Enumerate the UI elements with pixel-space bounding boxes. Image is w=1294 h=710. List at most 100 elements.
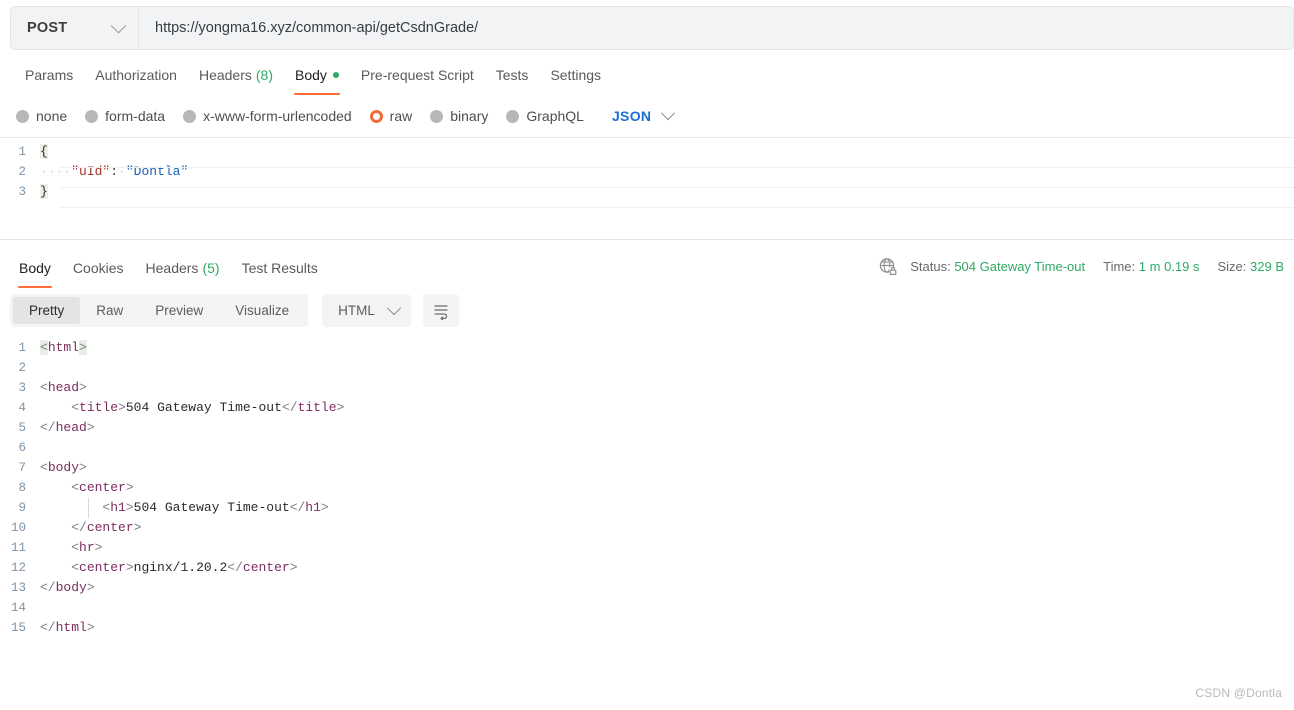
code-line: 9 <h1>504 Gateway Time-out</h1> <box>0 498 1294 518</box>
html-tag-name: hr <box>79 540 95 555</box>
html-angle-bracket: < <box>71 400 80 415</box>
raw-format-label: JSON <box>611 108 652 124</box>
line-number: 11 <box>10 541 26 555</box>
tab-settings[interactable]: Settings <box>539 58 612 92</box>
tab-params-label: Params <box>25 67 74 83</box>
html-angle-bracket: > <box>86 580 95 595</box>
html-tag-name: center <box>86 520 134 535</box>
code-line: 10 </center> <box>0 518 1294 538</box>
html-text-content <box>40 480 71 495</box>
status-badge[interactable]: Status: 504 Gateway Time-out <box>910 259 1085 274</box>
html-angle-bracket-highlighted: > <box>79 340 87 355</box>
view-mode-visualize[interactable]: Visualize <box>219 297 305 324</box>
tab-tests[interactable]: Tests <box>485 58 540 92</box>
html-angle-bracket: > <box>125 560 134 575</box>
html-tag-name: html <box>55 620 87 635</box>
code-line: 13 </body> <box>0 578 1294 598</box>
response-viewer-toolbar: Pretty Raw Preview Visualize HTML <box>10 294 459 327</box>
html-angle-bracket: < <box>40 380 48 395</box>
radio-raw-label: raw <box>389 108 413 124</box>
size-label: Size: <box>1217 258 1247 274</box>
radio-none-icon <box>16 109 29 123</box>
radio-none[interactable]: none <box>16 108 67 124</box>
html-angle-bracket: </ <box>281 400 298 415</box>
line-number: 15 <box>10 621 26 635</box>
line-number: 5 <box>18 421 26 435</box>
radio-x-www-form-urlencoded-icon <box>183 109 197 123</box>
response-body-viewer[interactable]: 1 <html> 2 3 <head> 4 <title>504 Gateway Time… <box>0 338 1294 638</box>
http-method-dropdown[interactable]: POST <box>11 7 139 49</box>
radio-form-data[interactable]: form-data <box>85 108 165 124</box>
html-tag-name: center <box>79 560 126 575</box>
html-angle-bracket: </ <box>289 500 306 515</box>
code-line: 1 <html> <box>0 338 1294 358</box>
line-number: 7 <box>18 461 26 475</box>
html-angle-bracket: > <box>289 560 298 575</box>
request-body-editor[interactable]: 1 { 2 ····"uId":·"Dontla" 3 } <box>0 142 1294 202</box>
code-line: 15 </html> <box>0 618 1294 638</box>
html-angle-bracket: < <box>71 480 80 495</box>
radio-raw-icon <box>369 109 383 123</box>
code-line: 2 <box>0 358 1294 378</box>
code-line: 5 </head> <box>0 418 1294 438</box>
html-text-content <box>40 560 71 575</box>
radio-form-data-label: form-data <box>105 108 166 124</box>
status-value: 504 Gateway Time-out <box>954 258 1086 274</box>
chevron-down-icon <box>661 106 676 121</box>
html-tag-name: body <box>47 460 80 475</box>
html-angle-bracket: > <box>118 400 126 415</box>
view-mode-preview[interactable]: Preview <box>139 297 219 324</box>
word-wrap-toggle[interactable] <box>422 294 459 327</box>
html-text-content <box>40 520 71 535</box>
html-angle-bracket: > <box>125 500 134 515</box>
view-mode-pretty[interactable]: Pretty <box>13 297 81 324</box>
radio-x-www-form-urlencoded[interactable]: x-www-form-urlencoded <box>183 108 352 124</box>
code-line: 1 { <box>0 142 1294 162</box>
html-angle-bracket: </ <box>40 620 56 635</box>
editor-row-divider <box>60 167 1294 168</box>
html-tag-name: h1 <box>110 500 126 515</box>
view-mode-raw[interactable]: Raw <box>80 297 139 324</box>
radio-raw[interactable]: raw <box>369 108 413 124</box>
json-close-brace: } <box>40 184 48 199</box>
response-tab-test-results-label: Test Results <box>241 260 318 276</box>
response-tab-cookies-label: Cookies <box>72 260 124 276</box>
code-line: 3 <head> <box>0 378 1294 398</box>
radio-binary[interactable]: binary <box>430 108 488 124</box>
url-input[interactable]: https://yongma16.xyz/common-api/getCsdnG… <box>139 7 1293 49</box>
time-badge[interactable]: Time: 1 m 0.19 s <box>1103 259 1199 274</box>
response-tab-body-label: Body <box>19 260 51 276</box>
postman-window: POST https://yongma16.xyz/common-api/get… <box>0 0 1294 710</box>
tab-tests-label: Tests <box>495 67 529 83</box>
tab-pre-request-script[interactable]: Pre-request Script <box>350 58 485 92</box>
response-tab-headers-count: (5) <box>202 260 220 276</box>
response-format-dropdown[interactable]: HTML <box>322 294 411 327</box>
tab-headers[interactable]: Headers (8) <box>188 58 284 92</box>
response-tab-test-results[interactable]: Test Results <box>231 251 329 285</box>
code-line: 12 <center>nginx/1.20.2</center> <box>0 558 1294 578</box>
tab-params[interactable]: Params <box>14 58 84 92</box>
html-angle-bracket: < <box>71 560 80 575</box>
size-badge[interactable]: Size: 329 B <box>1217 259 1284 274</box>
tab-body[interactable]: Body <box>284 58 350 95</box>
editor-row-divider <box>60 207 1294 208</box>
html-tag-name: html <box>47 340 80 355</box>
tab-authorization[interactable]: Authorization <box>84 58 188 92</box>
editor-row-divider <box>60 187 1294 188</box>
html-text-content: nginx/1.20.2 <box>133 560 228 575</box>
radio-binary-label: binary <box>450 108 489 124</box>
chevron-down-icon <box>386 300 401 315</box>
line-number: 1 <box>18 145 26 159</box>
line-number: 6 <box>18 441 26 455</box>
html-angle-bracket: > <box>320 500 329 515</box>
raw-format-dropdown[interactable]: JSON <box>611 106 676 124</box>
html-angle-bracket-highlighted: < <box>40 340 48 355</box>
response-tab-headers[interactable]: Headers (5) <box>135 251 231 285</box>
radio-graphql[interactable]: GraphQL <box>506 108 584 124</box>
html-text-content <box>40 400 71 415</box>
html-angle-bracket: < <box>40 460 48 475</box>
response-tab-body[interactable]: Body <box>8 251 62 288</box>
html-angle-bracket: </ <box>71 520 87 535</box>
globe-lock-icon <box>878 256 898 276</box>
response-tab-cookies[interactable]: Cookies <box>62 251 135 285</box>
